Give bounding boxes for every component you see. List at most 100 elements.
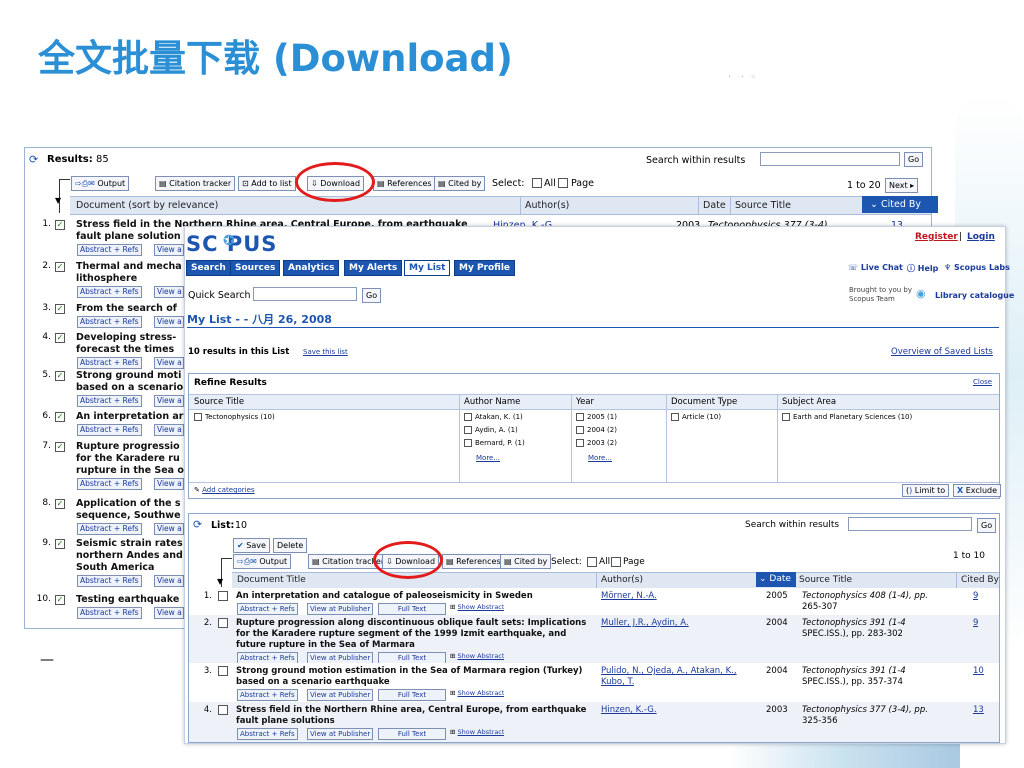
help-link[interactable]: ⓘ Help bbox=[907, 263, 938, 274]
refine-year-checkbox[interactable] bbox=[576, 426, 584, 434]
col-authors[interactable]: Author(s) bbox=[520, 197, 569, 214]
delete-button[interactable]: Delete bbox=[273, 538, 308, 553]
result-checkbox[interactable]: ✓ bbox=[55, 595, 65, 605]
search-within-input[interactable] bbox=[760, 152, 900, 166]
refine-close-link[interactable]: Close bbox=[973, 378, 992, 386]
list-select-page-checkbox[interactable] bbox=[611, 557, 621, 567]
result-checkbox[interactable]: ✓ bbox=[55, 220, 65, 230]
list-output-button[interactable]: ⇨⎙✉ Output bbox=[233, 554, 292, 569]
abstract-refs-button[interactable]: Abstract + Refs bbox=[237, 603, 298, 615]
list-row-cited-by[interactable]: 9 bbox=[973, 591, 978, 601]
list-row-authors[interactable]: Pulido, N., Ojeda, A., Atakan, K., bbox=[601, 666, 737, 677]
col-document[interactable]: Document (sort by relevance) bbox=[76, 197, 218, 214]
abstract-refs-button[interactable]: Abstract + Refs bbox=[77, 424, 142, 436]
list-row-cited-by[interactable]: 10 bbox=[973, 666, 984, 676]
result-title-line2[interactable]: forecast the times bbox=[76, 344, 186, 356]
next-page-button[interactable]: Next ▸ bbox=[885, 178, 919, 193]
refine-author-more-link[interactable]: More... bbox=[476, 454, 500, 462]
result-title-line2[interactable]: sequence, Southwe bbox=[76, 510, 186, 522]
view-at-publisher-button[interactable]: View a bbox=[154, 575, 184, 587]
list-references-button[interactable]: ▤ References bbox=[442, 554, 505, 569]
view-at-publisher-button[interactable]: View at Publisher bbox=[307, 689, 374, 701]
view-at-publisher-button[interactable]: View at Publisher bbox=[307, 603, 374, 615]
list-row-checkbox[interactable] bbox=[218, 618, 228, 628]
refine-source-checkbox[interactable] bbox=[194, 413, 202, 421]
list-row-title[interactable]: Strong ground motion estimation in the S… bbox=[236, 666, 596, 677]
list-select-all-checkbox[interactable] bbox=[587, 557, 597, 567]
show-abstract-link[interactable]: ⊞ Show Abstract bbox=[450, 652, 504, 660]
refine-year-checkbox[interactable] bbox=[576, 439, 584, 447]
result-checkbox[interactable]: ✓ bbox=[55, 412, 65, 422]
view-at-publisher-button[interactable]: View a bbox=[154, 244, 184, 256]
full-text-button[interactable]: Full Text bbox=[378, 603, 446, 615]
list-row-title[interactable]: fault plane solutions bbox=[236, 716, 596, 727]
view-at-publisher-button[interactable]: View a bbox=[154, 316, 184, 328]
list-row-title[interactable]: based on a scenario earthquake bbox=[236, 677, 596, 688]
result-title-line3[interactable]: South America bbox=[76, 562, 186, 574]
result-checkbox[interactable]: ✓ bbox=[55, 539, 65, 549]
list-row-cited-by[interactable]: 9 bbox=[973, 618, 978, 628]
nav-analytics[interactable]: Analytics bbox=[283, 260, 340, 276]
result-title[interactable]: Rupture progressio bbox=[76, 441, 186, 453]
refine-author-checkbox[interactable] bbox=[464, 426, 472, 434]
abstract-refs-button[interactable]: Abstract + Refs bbox=[77, 395, 142, 407]
list-col-title[interactable]: Document Title bbox=[237, 573, 306, 588]
result-title[interactable]: Developing stress- bbox=[76, 332, 186, 344]
result-title[interactable]: An interpretation ar bbox=[76, 411, 186, 423]
limit-to-button[interactable]: () Limit to bbox=[902, 484, 950, 497]
abstract-refs-button[interactable]: Abstract + Refs bbox=[77, 607, 142, 619]
scopus-labs-link[interactable]: ♆ Scopus Labs bbox=[944, 263, 1010, 272]
citation-tracker-button[interactable]: ▤ Citation tracker bbox=[155, 176, 236, 191]
result-checkbox[interactable]: ✓ bbox=[55, 499, 65, 509]
add-to-list-button[interactable]: ⊡ Add to list bbox=[238, 176, 296, 191]
list-go-button[interactable]: Go bbox=[977, 518, 997, 533]
go-button[interactable]: Go bbox=[904, 152, 924, 167]
result-title[interactable]: Application of the s bbox=[76, 498, 186, 510]
result-title[interactable]: Thermal and mecha bbox=[76, 261, 186, 273]
list-row-title[interactable]: Stress field in the Northern Rhine area,… bbox=[236, 705, 596, 716]
list-col-date[interactable]: ⌄ Date bbox=[756, 572, 796, 587]
nav-my-list[interactable]: My List bbox=[404, 260, 451, 276]
list-row-authors[interactable]: Hinzen, K.-G. bbox=[601, 705, 657, 716]
list-search-within-input[interactable] bbox=[848, 517, 972, 531]
list-row-title[interactable]: future rupture in the Sea of Marmara bbox=[236, 640, 596, 651]
refine-doctype-checkbox[interactable] bbox=[671, 413, 679, 421]
overview-saved-lists-link[interactable]: Overview of Saved Lists bbox=[891, 347, 993, 357]
select-page-checkbox[interactable] bbox=[558, 178, 568, 188]
refine-subject-checkbox[interactable] bbox=[782, 413, 790, 421]
view-at-publisher-button[interactable]: View a bbox=[154, 395, 184, 407]
cited-by-button[interactable]: ▤ Cited by bbox=[434, 176, 486, 191]
login-link[interactable]: Login bbox=[967, 232, 995, 242]
register-link[interactable]: Register bbox=[915, 232, 958, 242]
nav-my-alerts[interactable]: My Alerts bbox=[344, 260, 403, 276]
list-row-checkbox[interactable] bbox=[218, 591, 228, 601]
list-row-title[interactable]: Rupture progression along discontinuous … bbox=[236, 618, 596, 629]
abstract-refs-button[interactable]: Abstract + Refs bbox=[77, 316, 142, 328]
add-categories-link[interactable]: ✎ Add categories bbox=[194, 486, 255, 494]
abstract-refs-button[interactable]: Abstract + Refs bbox=[77, 286, 142, 298]
result-checkbox[interactable]: ✓ bbox=[55, 442, 65, 452]
full-text-button[interactable]: Full Text bbox=[378, 728, 446, 740]
live-chat-link[interactable]: ☏ Live Chat bbox=[848, 263, 903, 272]
result-title-line2[interactable]: based on a scenario bbox=[76, 382, 186, 394]
col-source[interactable]: Source Title bbox=[730, 197, 791, 214]
list-row-cited-by[interactable]: 13 bbox=[973, 705, 984, 715]
list-row-authors[interactable]: Muller, J.R., Aydin, A. bbox=[601, 618, 689, 629]
output-button[interactable]: ⇨⎙✉ Output bbox=[71, 176, 130, 191]
view-at-publisher-button[interactable]: View a bbox=[154, 607, 184, 619]
col-date[interactable]: Date bbox=[698, 197, 726, 214]
nav-sources[interactable]: Sources bbox=[230, 260, 281, 276]
refine-year-more-link[interactable]: More... bbox=[588, 454, 612, 462]
abstract-refs-button[interactable]: Abstract + Refs bbox=[77, 478, 142, 490]
result-title[interactable]: Seismic strain rates bbox=[76, 538, 186, 550]
library-catalogue-link[interactable]: Library catalogue bbox=[935, 291, 1014, 300]
save-button[interactable]: ✔ Save bbox=[233, 538, 270, 553]
show-abstract-link[interactable]: ⊞ Show Abstract bbox=[450, 603, 504, 611]
list-row-title[interactable]: An interpretation and catalogue of paleo… bbox=[236, 591, 596, 602]
refine-author-checkbox[interactable] bbox=[464, 439, 472, 447]
list-row-authors-line2[interactable]: Kubo, T. bbox=[601, 677, 634, 688]
abstract-refs-button[interactable]: Abstract + Refs bbox=[77, 244, 142, 256]
references-button[interactable]: ▤ References bbox=[373, 176, 436, 191]
result-title[interactable]: From the search of bbox=[76, 303, 186, 315]
view-at-publisher-button[interactable]: View at Publisher bbox=[307, 728, 374, 740]
